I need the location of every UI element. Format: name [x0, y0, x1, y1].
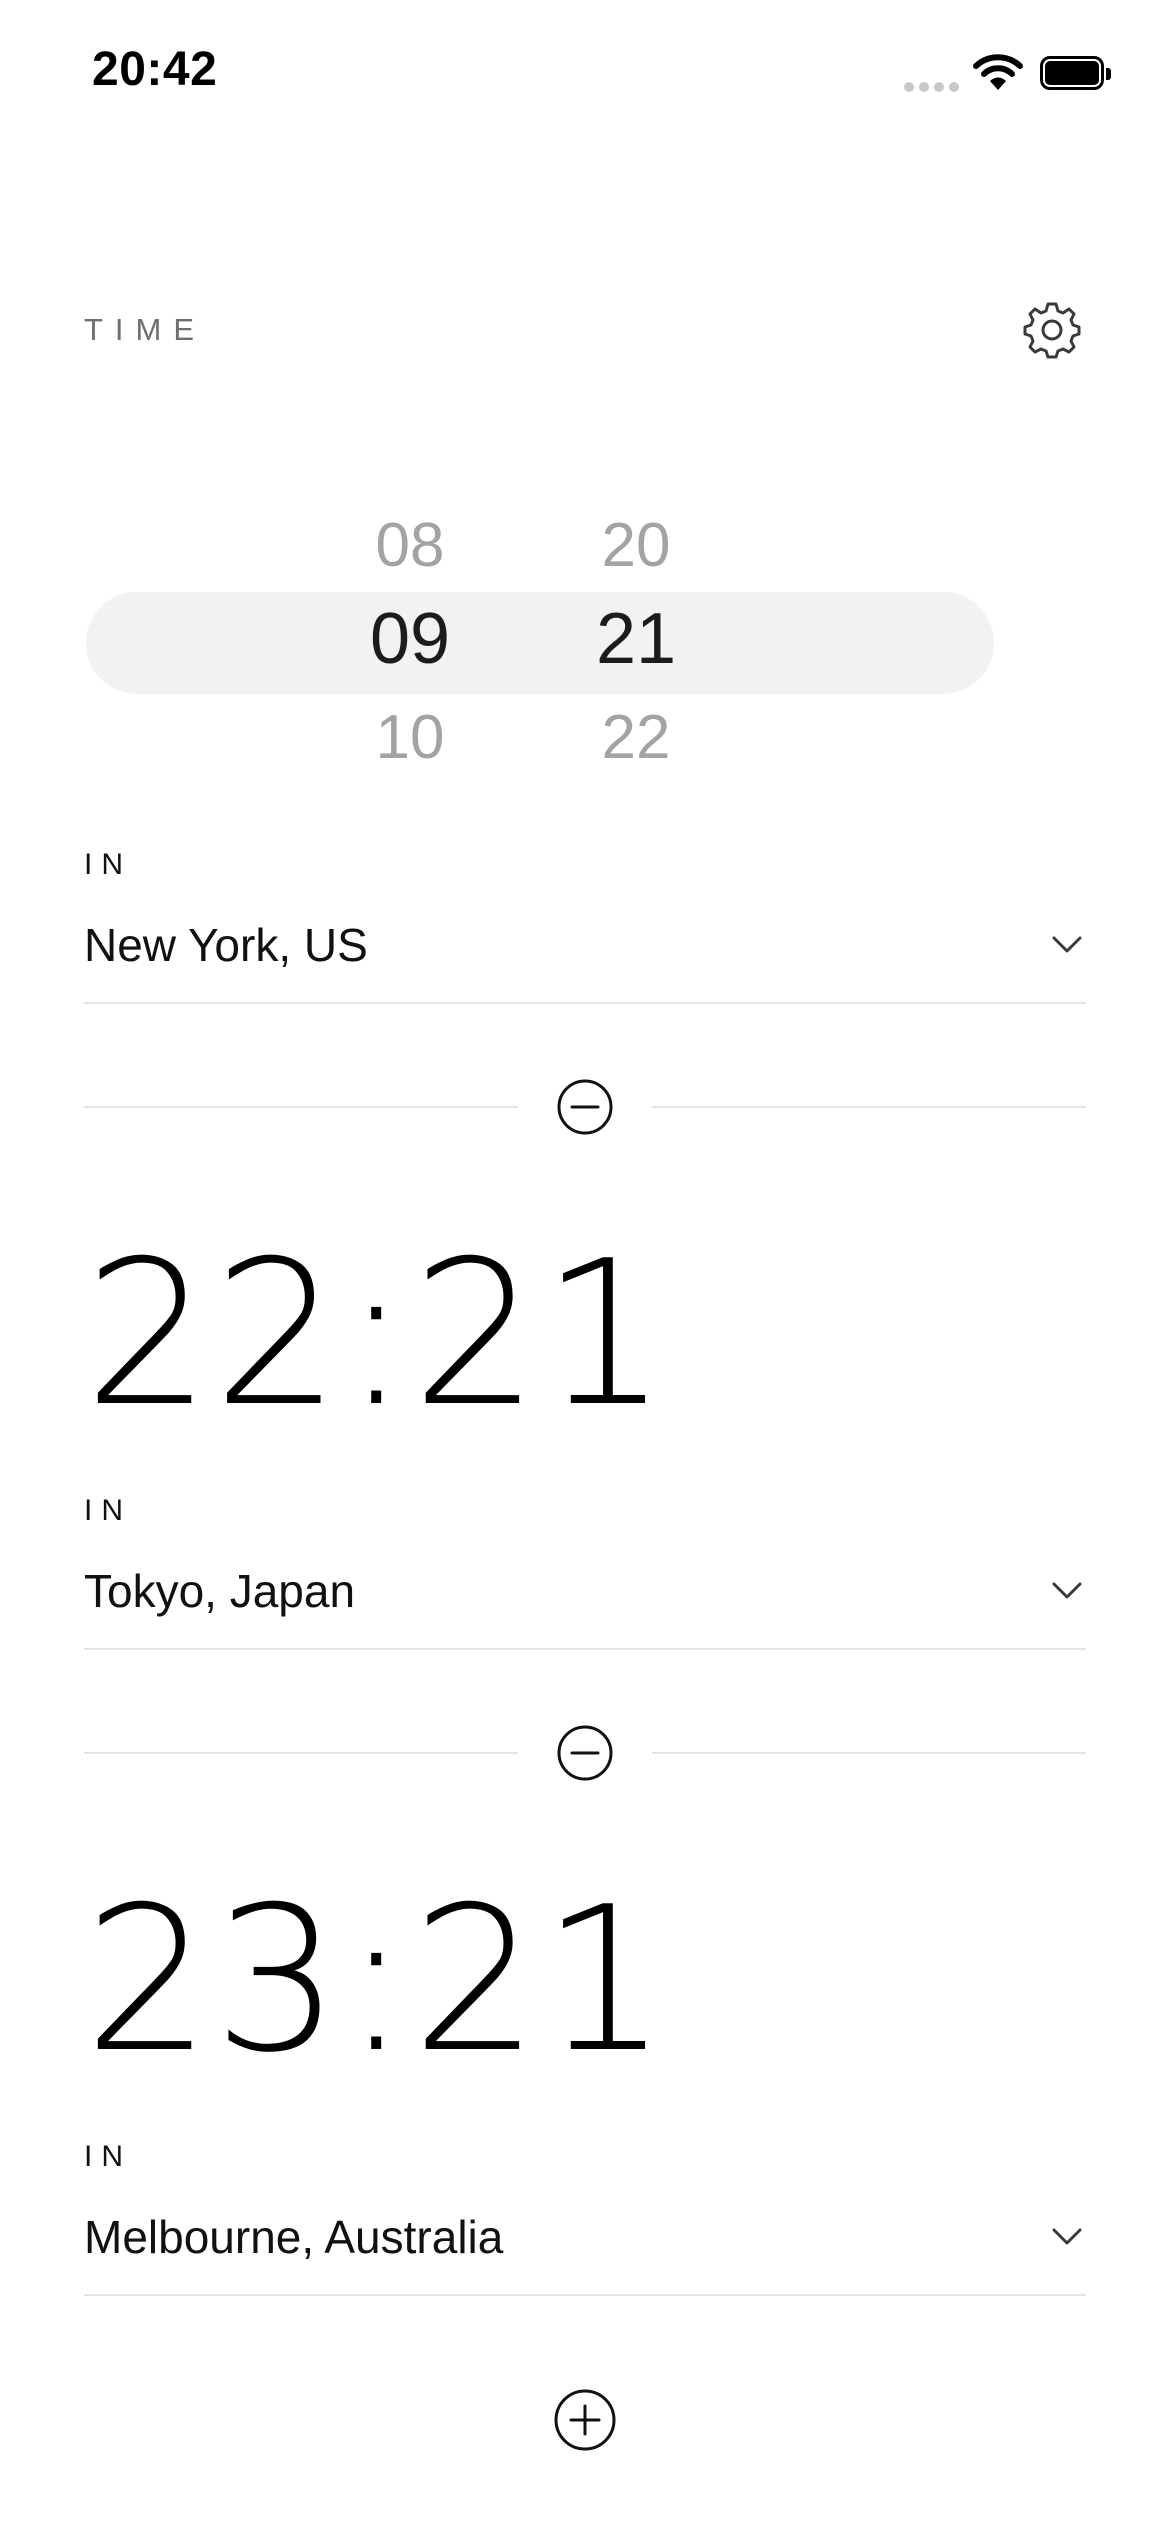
- picker-hour-prev[interactable]: 08: [330, 510, 490, 581]
- picker-minute-next[interactable]: 22: [556, 702, 716, 773]
- picker-minute-selected[interactable]: 21: [556, 598, 716, 680]
- minus-circle-icon: [557, 1079, 613, 1135]
- divider-line: [84, 1752, 518, 1754]
- divider-line: [652, 1752, 1086, 1754]
- converted-time: 23:21: [84, 1864, 671, 2097]
- remove-location-button[interactable]: [555, 1077, 615, 1137]
- page-title: TIME: [84, 312, 207, 347]
- battery-icon: [1040, 56, 1112, 92]
- picker-selection-band: [86, 592, 994, 694]
- wifi-icon: [972, 52, 1024, 97]
- divider-line: [652, 1106, 1086, 1108]
- remove-location-button[interactable]: [555, 1723, 615, 1783]
- status-time: 20:42: [92, 43, 218, 96]
- minus-circle-icon: [557, 1725, 613, 1781]
- settings-button[interactable]: [1022, 300, 1082, 360]
- source-underline: [84, 1002, 1086, 1004]
- chevron-down-icon[interactable]: [1046, 930, 1088, 960]
- chevron-down-icon[interactable]: [1046, 1576, 1088, 1606]
- cellular-signal-icon: [904, 78, 960, 92]
- source-in-label: IN: [84, 848, 132, 881]
- conversion-in-label: IN: [84, 2140, 132, 2173]
- plus-circle-icon: [554, 2389, 616, 2451]
- picker-hour-selected[interactable]: 09: [330, 598, 490, 680]
- conversion-location-select[interactable]: Tokyo, Japan: [84, 1564, 355, 1618]
- picker-hour-next[interactable]: 10: [330, 702, 490, 773]
- conversion-location-select[interactable]: Melbourne, Australia: [84, 2210, 503, 2264]
- converted-time: 22:21: [84, 1218, 671, 1451]
- divider-line: [84, 1106, 518, 1108]
- add-location-button[interactable]: [553, 2388, 617, 2452]
- gear-icon: [1023, 302, 1081, 359]
- conversion-underline: [84, 2294, 1086, 2296]
- conversion-in-label: IN: [84, 1494, 132, 1527]
- source-location-select[interactable]: New York, US: [84, 918, 368, 972]
- chevron-down-icon[interactable]: [1046, 2222, 1088, 2252]
- conversion-underline: [84, 1648, 1086, 1650]
- picker-minute-prev[interactable]: 20: [556, 510, 716, 581]
